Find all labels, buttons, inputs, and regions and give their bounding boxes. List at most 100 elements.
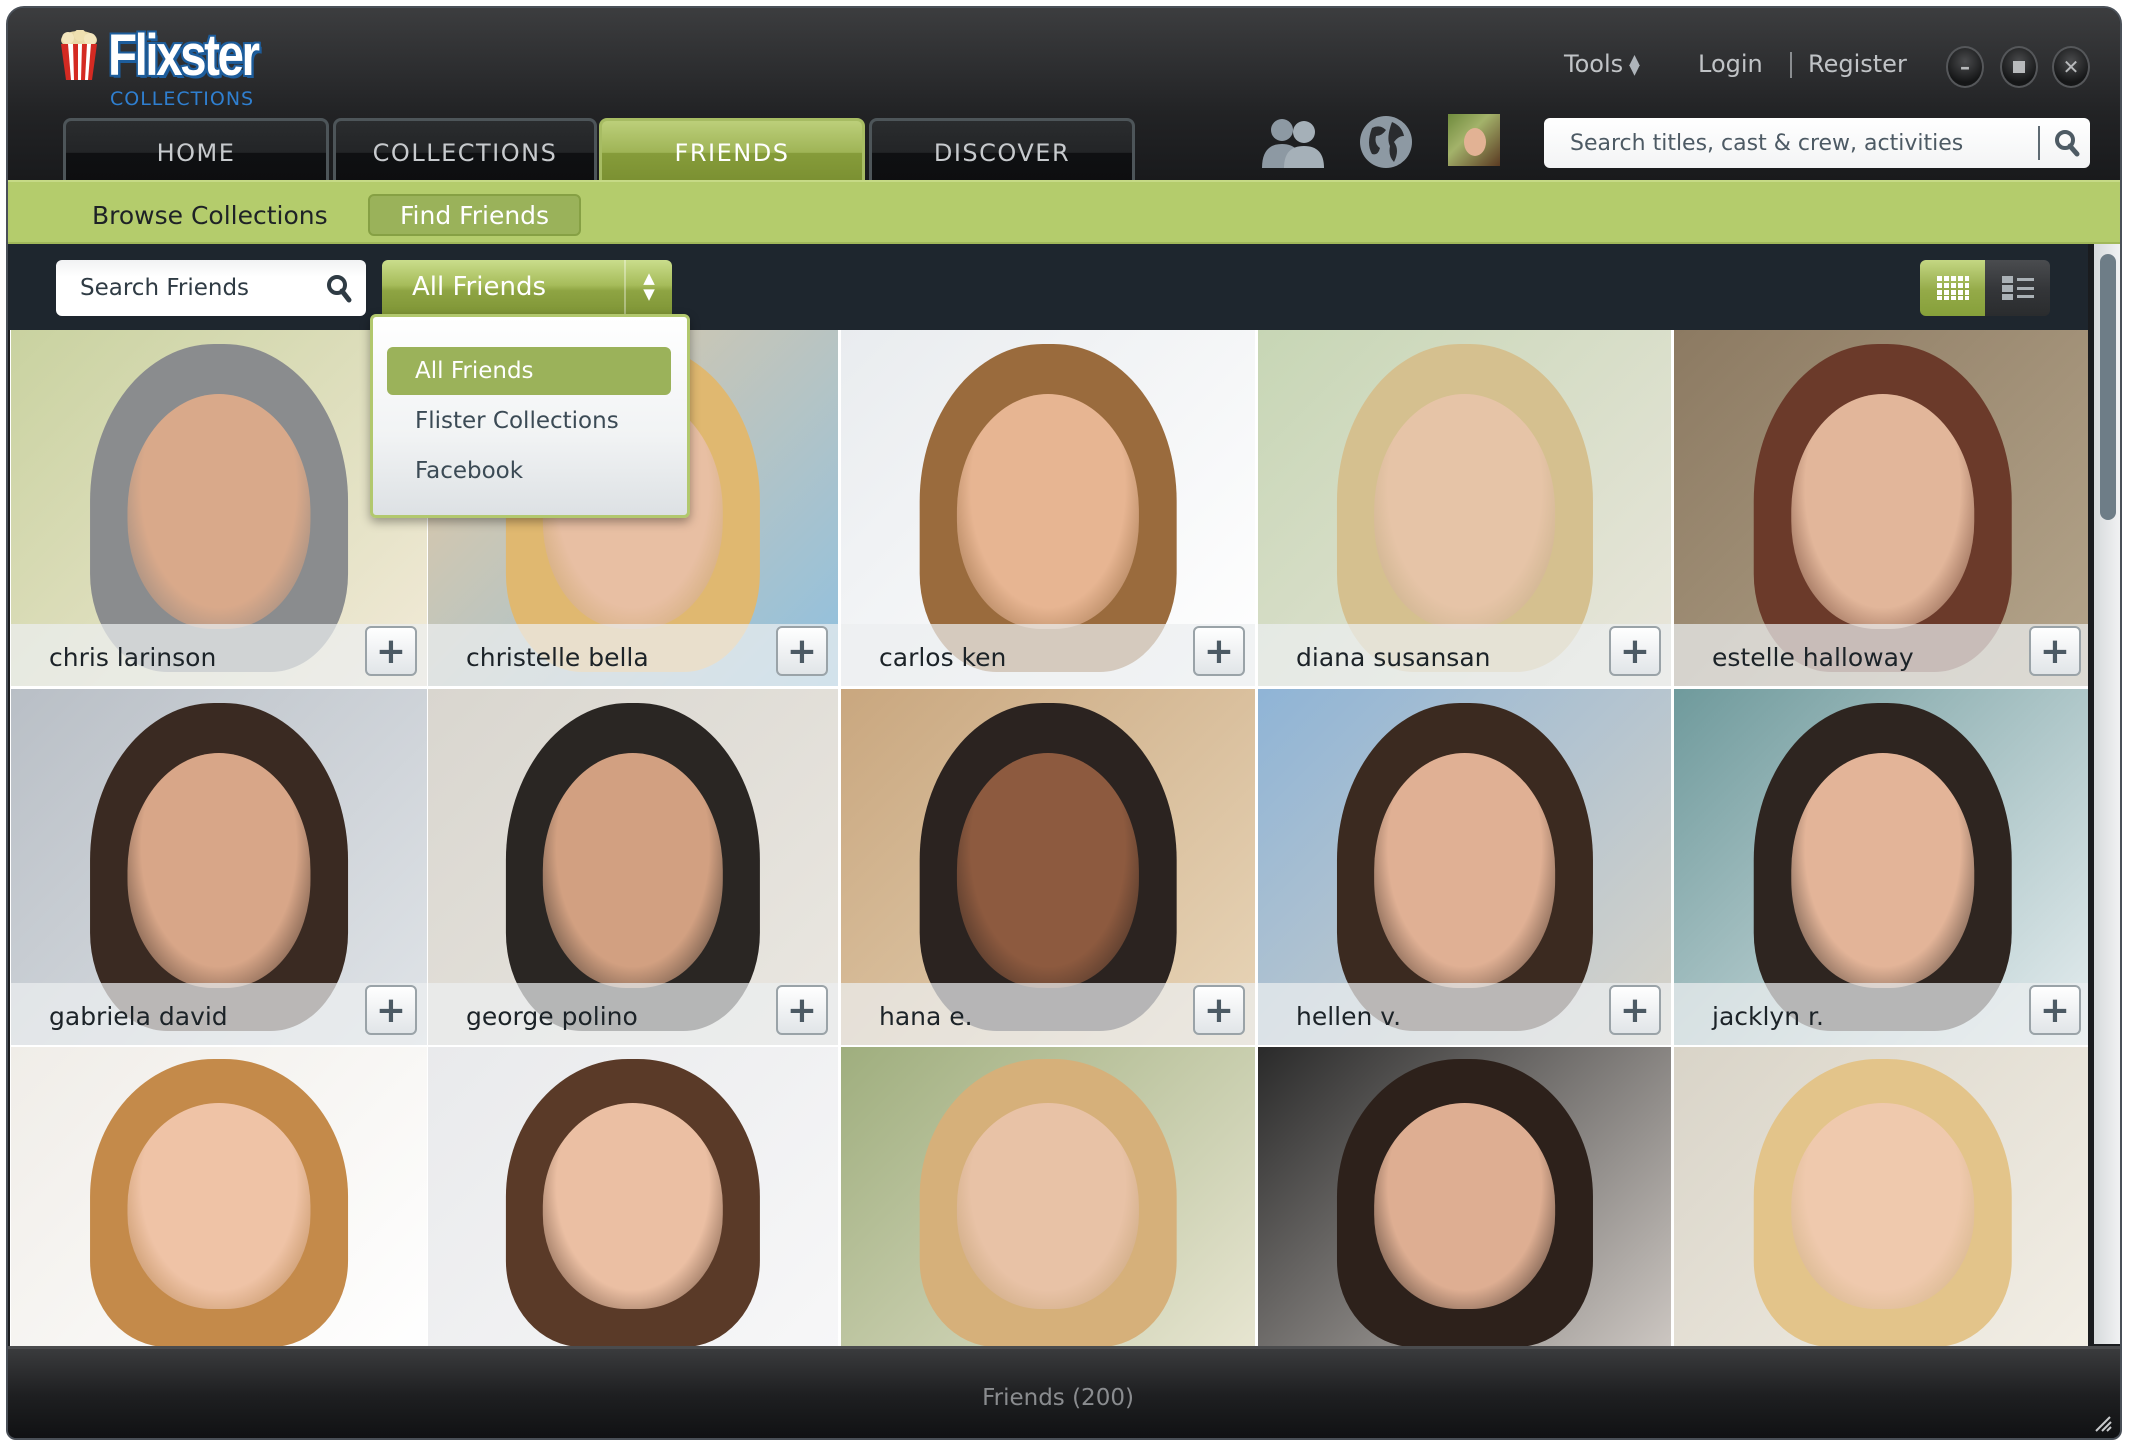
friend-name[interactable]: hellen v. — [1296, 1002, 1401, 1031]
logo-subtitle: COLLECTIONS — [110, 88, 255, 110]
add-friend-button[interactable]: + — [776, 626, 828, 676]
minimize-button[interactable]: – — [1946, 46, 1984, 88]
friend-tile[interactable] — [428, 1047, 838, 1346]
friend-name-bar: hana e. + — [841, 983, 1255, 1045]
tab-discover[interactable]: DISCOVER — [869, 118, 1135, 184]
dropdown-option-facebook[interactable]: Facebook — [387, 447, 671, 495]
friend-tile[interactable]: george polino + — [428, 689, 838, 1045]
friend-name-bar: christelle bella + — [428, 624, 838, 686]
close-button[interactable]: ✕ — [2052, 46, 2090, 88]
vertical-scrollbar[interactable] — [2094, 244, 2120, 1344]
friend-name-bar: hellen v. + — [1258, 983, 1671, 1045]
tab-label: COLLECTIONS — [372, 138, 558, 167]
subnav-find-friends[interactable]: Find Friends — [368, 194, 582, 236]
friend-tile[interactable] — [11, 1047, 427, 1346]
friend-tile[interactable]: jacklyn r. + — [1674, 689, 2088, 1045]
friend-name-bar: george polino + — [428, 983, 838, 1045]
friend-tile[interactable]: diana susansan + — [1258, 330, 1671, 686]
popcorn-icon — [61, 30, 97, 80]
tools-label: Tools — [1564, 50, 1624, 78]
maximize-button[interactable] — [2000, 46, 2038, 88]
flixster-logo[interactable]: Flixster COLLECTIONS — [52, 20, 282, 110]
friend-search-input[interactable] — [56, 260, 306, 316]
login-link[interactable]: Login — [1698, 50, 1763, 78]
add-friend-button[interactable]: + — [1193, 985, 1245, 1035]
friends-count: Friends (200) — [982, 1385, 1134, 1411]
status-footer: Friends (200) — [8, 1346, 2120, 1438]
photo-face — [956, 1103, 1140, 1310]
friend-photo — [841, 1047, 1255, 1346]
global-search-input[interactable] — [1544, 118, 2034, 168]
photo-face — [956, 394, 1140, 630]
friend-name[interactable]: george polino — [466, 1002, 638, 1031]
friend-tile[interactable]: hana e. + — [841, 689, 1255, 1045]
add-friend-button[interactable]: + — [365, 626, 417, 676]
friend-tile[interactable] — [841, 1047, 1255, 1346]
friend-name-bar: gabriela david + — [11, 983, 427, 1045]
friends-grid: chris larinson + christelle bella + carlos k… — [10, 330, 2088, 1346]
friend-tile[interactable]: estelle halloway + — [1674, 330, 2088, 686]
tools-menu[interactable]: Tools ▲ ▼ — [1564, 50, 1640, 78]
scrollbar-thumb[interactable] — [2100, 254, 2116, 520]
friend-name[interactable]: gabriela david — [49, 1002, 228, 1031]
friend-tile[interactable] — [1674, 1047, 2088, 1346]
friend-name[interactable]: chris larinson — [49, 643, 216, 672]
friend-name[interactable]: estelle halloway — [1712, 643, 1914, 672]
globe-icon[interactable] — [1358, 114, 1414, 170]
friend-tile[interactable]: gabriela david + — [11, 689, 427, 1045]
friend-search — [56, 260, 366, 316]
friend-tile[interactable]: carlos ken + — [841, 330, 1255, 686]
global-search-button[interactable] — [2044, 118, 2090, 168]
tab-home[interactable]: HOME — [63, 118, 329, 184]
tab-friends[interactable]: FRIENDS — [599, 118, 865, 184]
photo-face — [1373, 753, 1556, 989]
add-friend-button[interactable]: + — [776, 985, 828, 1035]
subnav-browse-collections[interactable]: Browse Collections — [62, 194, 358, 236]
friend-tile[interactable] — [1258, 1047, 1671, 1346]
global-search — [1544, 118, 2090, 168]
list-view-button[interactable] — [1985, 260, 2050, 316]
link-separator — [1790, 52, 1792, 78]
search-icon — [2055, 130, 2080, 157]
friend-name[interactable]: diana susansan — [1296, 643, 1491, 672]
photo-face — [1373, 1103, 1556, 1310]
app-window: Flixster COLLECTIONS HOME COLLECTIONS FR… — [6, 6, 2122, 1440]
friend-name[interactable]: hana e. — [879, 1002, 973, 1031]
logo-wordmark: Flixster — [108, 23, 260, 88]
friends-filter-select[interactable]: All Friends ▲ ▼ — [382, 260, 672, 316]
register-link[interactable]: Register — [1808, 50, 1907, 78]
friend-tile[interactable]: chris larinson + — [11, 330, 427, 686]
friend-name[interactable]: christelle bella — [466, 643, 649, 672]
friend-name-bar: estelle halloway + — [1674, 624, 2088, 686]
grid-view-button[interactable] — [1920, 260, 1985, 316]
photo-face — [1790, 1103, 1975, 1310]
add-friend-button[interactable]: + — [2029, 985, 2081, 1035]
dropdown-option-all-friends[interactable]: All Friends — [387, 347, 671, 395]
tab-collections[interactable]: COLLECTIONS — [333, 118, 597, 184]
friend-name[interactable]: jacklyn r. — [1712, 1002, 1824, 1031]
friend-name-bar: chris larinson + — [11, 624, 427, 686]
add-friend-button[interactable]: + — [1609, 626, 1661, 676]
view-toggle — [1920, 260, 2050, 316]
photo-face — [127, 394, 311, 630]
friend-name[interactable]: carlos ken — [879, 643, 1006, 672]
add-friend-button[interactable]: + — [1193, 626, 1245, 676]
photo-face — [956, 753, 1140, 989]
grid-view-icon — [1936, 276, 1969, 300]
friend-tile[interactable]: hellen v. + — [1258, 689, 1671, 1045]
user-avatar[interactable] — [1448, 114, 1500, 166]
filter-selected-label: All Friends — [412, 272, 546, 302]
resize-grip-icon[interactable] — [2092, 1412, 2112, 1432]
close-icon: ✕ — [2062, 55, 2080, 79]
add-friend-button[interactable]: + — [365, 985, 417, 1035]
select-split — [624, 260, 626, 316]
add-friend-button[interactable]: + — [2029, 626, 2081, 676]
photo-face — [127, 753, 311, 989]
search-divider — [2038, 126, 2040, 160]
dropdown-option-flister-collections[interactable]: Flister Collections — [387, 397, 671, 445]
friends-toolbar: All Friends ▲▼ — [8, 244, 2088, 330]
friends-icon[interactable] — [1258, 116, 1328, 168]
add-friend-button[interactable]: + — [1609, 985, 1661, 1035]
search-icon[interactable] — [326, 274, 352, 304]
friend-name-bar: diana susansan + — [1258, 624, 1671, 686]
